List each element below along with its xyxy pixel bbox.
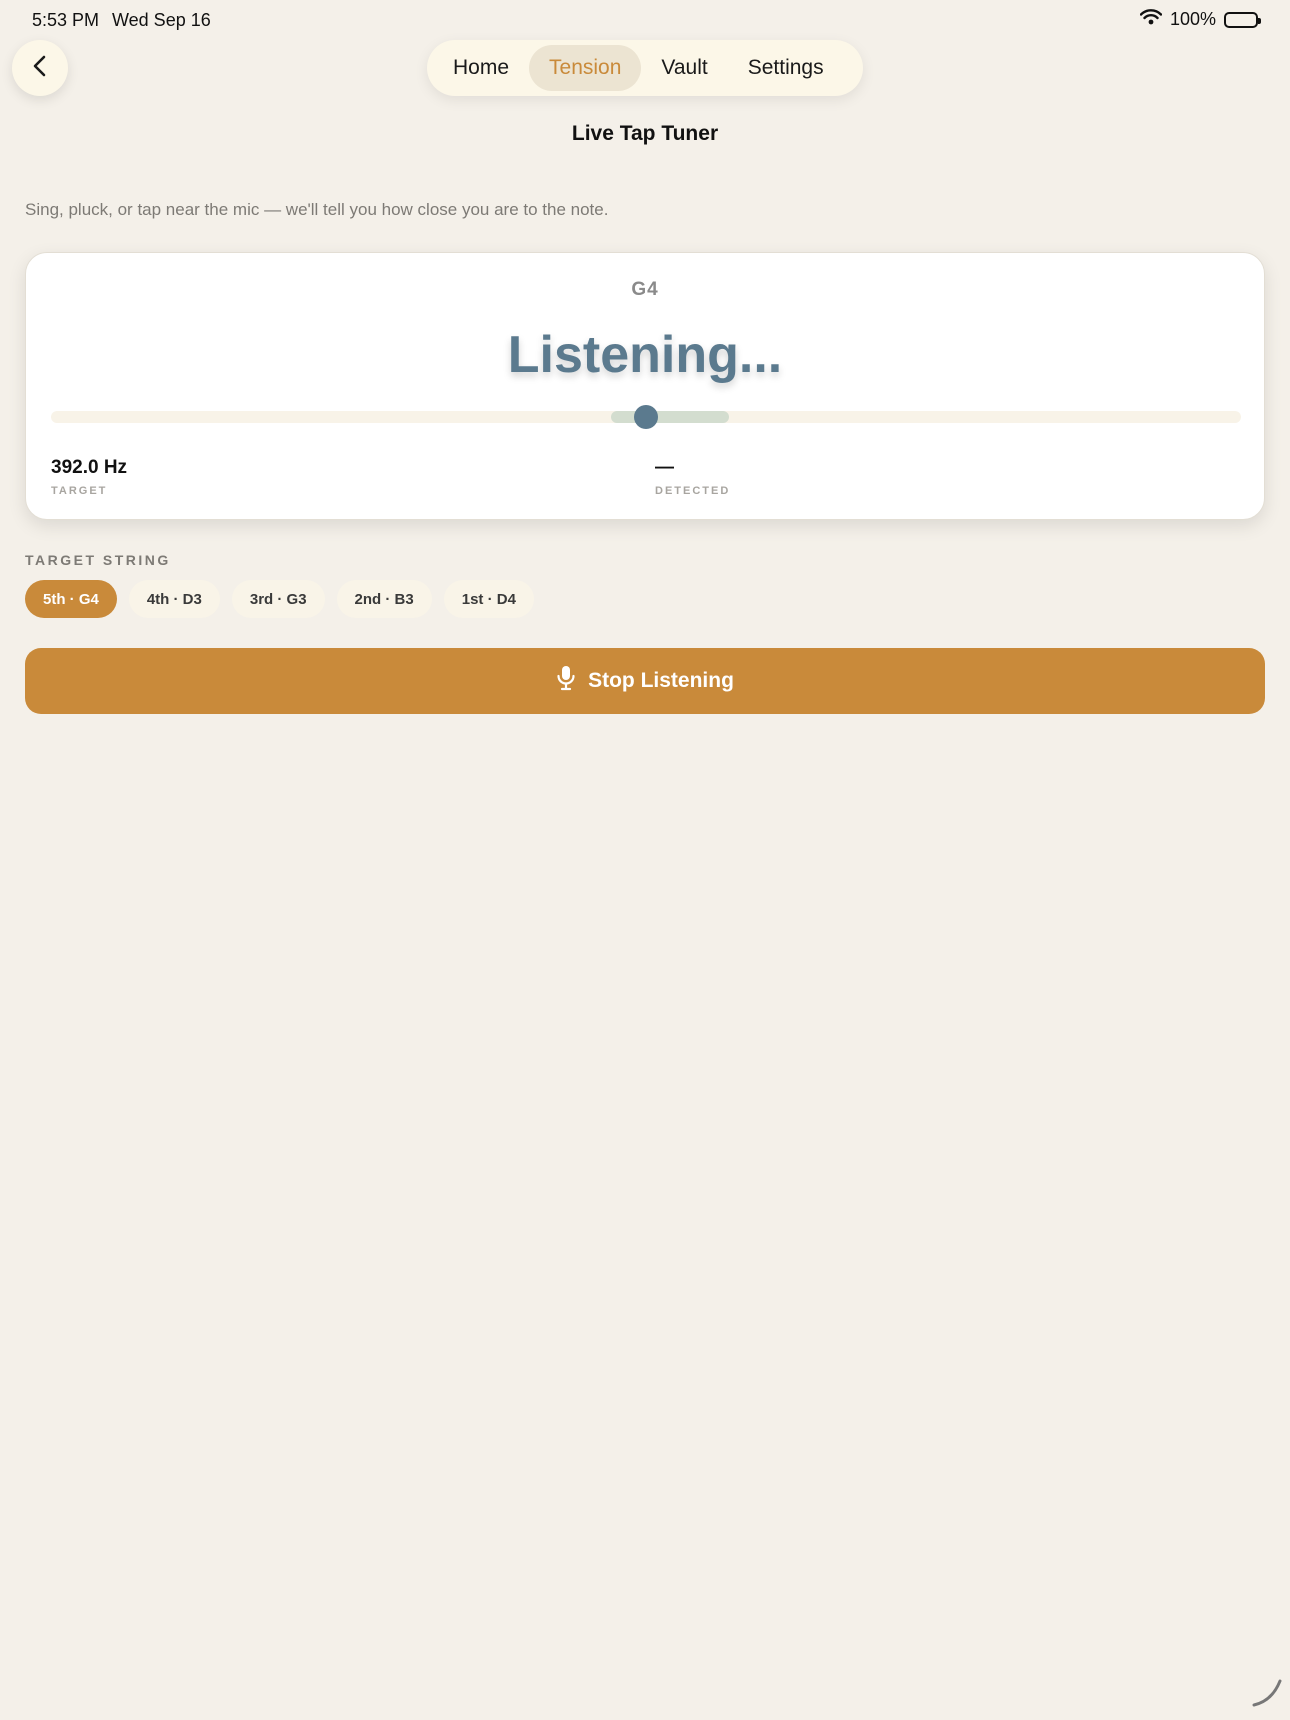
string-chip-4th[interactable]: 4th · D3 [128,580,220,618]
status-date: Wed Sep 16 [112,10,211,30]
tuner-screen: 5:53 PM Wed Sep 16 100% Home Tension Vau… [0,0,1290,1720]
detected-frequency-label: DETECTED [655,485,731,497]
microphone-icon [556,665,576,697]
detected-frequency: — DETECTED [655,457,730,497]
tuning-needle [634,405,658,429]
tab-settings[interactable]: Settings [728,45,844,91]
in-tune-zone [611,411,729,423]
detected-frequency-value: — [655,457,674,478]
battery-percent: 100% [1169,9,1216,29]
page-subtitle: Sing, pluck, or tap near the mic — we'll… [25,200,609,219]
stop-listening-label: Stop Listening [588,669,734,692]
wifi-icon [1139,9,1163,30]
back-button[interactable] [12,40,68,96]
resize-handle-icon [1250,1675,1284,1714]
page-title: Live Tap Tuner [571,122,719,145]
target-note: G4 [631,279,659,300]
target-string-selector: 5th · G4 4th · D3 3rd · G3 2nd · B3 1st … [25,580,534,618]
string-chip-2nd[interactable]: 2nd · B3 [336,580,432,618]
battery-icon [1224,11,1261,28]
stop-listening-button[interactable]: Stop Listening [25,648,1265,714]
tab-tension[interactable]: Tension [529,45,642,91]
main-tab-bar: Home Tension Vault Settings [427,40,863,96]
string-chip-1st[interactable]: 1st · D4 [443,580,534,618]
tab-home[interactable]: Home [433,45,529,91]
string-chip-3rd[interactable]: 3rd · G3 [231,580,325,618]
tuner-status: Listening... [507,326,783,384]
tab-vault[interactable]: Vault [641,45,727,91]
tuner-card: G4 Listening... 392.0 Hz TARGET — DETECT… [25,252,1265,520]
target-string-heading: TARGET STRING [25,552,171,568]
tuning-meter [51,405,1241,429]
status-bar: 5:53 PM Wed Sep 16 100% [0,0,1290,40]
chevron-left-icon [28,54,52,83]
target-frequency-value: 392.0 Hz [51,457,128,478]
status-time: 5:53 PM [32,10,100,30]
target-frequency: 392.0 Hz TARGET [51,457,127,497]
string-chip-5th[interactable]: 5th · G4 [25,580,117,618]
status-indicators: 100% [1139,9,1261,30]
target-frequency-label: TARGET [51,485,108,497]
